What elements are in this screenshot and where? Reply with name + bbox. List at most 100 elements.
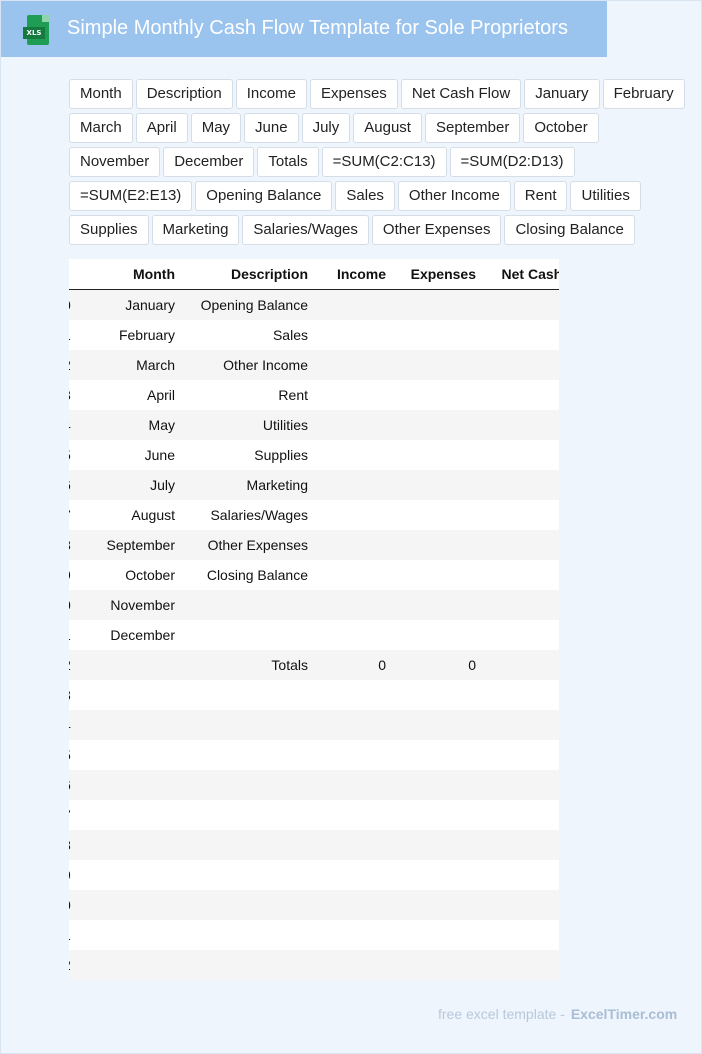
table-cell <box>314 470 392 500</box>
table-cell <box>314 770 392 800</box>
tag-pill[interactable]: Totals <box>257 147 319 177</box>
tag-pill[interactable]: Net Cash Flow <box>400 79 522 109</box>
table-cell <box>482 800 559 830</box>
table-cell: August <box>75 500 181 530</box>
tag-pill[interactable]: October <box>523 113 599 143</box>
tag-pill[interactable]: February <box>602 79 685 109</box>
table-cell: December <box>75 620 181 650</box>
table-cell <box>314 440 392 470</box>
table-cell: April <box>75 380 181 410</box>
table-cell: September <box>75 530 181 560</box>
tag-pill[interactable]: December <box>163 147 255 177</box>
table-cell <box>181 800 314 830</box>
tag-pill[interactable]: May <box>190 113 242 143</box>
column-header: Net Cash Flow <box>482 259 559 290</box>
row-index-label: 0 <box>69 597 71 613</box>
table-cell <box>392 500 482 530</box>
tag-pill[interactable]: November <box>69 147 161 177</box>
table-cell <box>482 380 559 410</box>
row-index-label: 2 <box>69 357 71 373</box>
tag-pill[interactable]: Closing Balance <box>504 215 635 245</box>
tag-pill[interactable]: August <box>353 113 422 143</box>
tag-pill[interactable]: Sales <box>335 181 395 211</box>
table-cell: Supplies <box>181 440 314 470</box>
keyword-tags: Month Description Income Expenses Net Cash F… <box>69 79 689 247</box>
tag-pill[interactable]: Opening Balance <box>195 181 333 211</box>
row-index-label: 0 <box>69 897 71 913</box>
table-cell <box>482 530 559 560</box>
row-index-label: 2 <box>69 657 71 673</box>
table-cell <box>482 920 559 950</box>
tag-pill[interactable]: Description <box>135 79 233 109</box>
table-cell <box>314 800 392 830</box>
row-index-label: 0 <box>69 297 71 313</box>
table-cell <box>392 890 482 920</box>
tag-pill[interactable]: Income <box>235 79 307 109</box>
tag-pill[interactable]: =SUM(D2:D13) <box>449 147 575 177</box>
table-cell <box>314 740 392 770</box>
table-cell <box>314 830 392 860</box>
tag-pill[interactable]: Salaries/Wages <box>242 215 369 245</box>
row-index-label: 1 <box>69 627 71 643</box>
tag-pill[interactable]: April <box>135 113 188 143</box>
table-cell <box>314 530 392 560</box>
tag-pill[interactable]: Expenses <box>309 79 398 109</box>
table-cell: June <box>75 440 181 470</box>
tag-pill[interactable]: Other Expenses <box>371 215 502 245</box>
tag-pill[interactable]: =SUM(E2:E13) <box>69 181 193 211</box>
table-cell <box>75 860 181 890</box>
table-cell <box>482 860 559 890</box>
table-cell <box>482 440 559 470</box>
tag-pill[interactable]: July <box>301 113 351 143</box>
table-cell <box>181 890 314 920</box>
table-cell <box>392 410 482 440</box>
table-cell <box>181 860 314 890</box>
tag-pill[interactable]: June <box>244 113 299 143</box>
tag-pill[interactable]: January <box>524 79 600 109</box>
table-cell <box>314 500 392 530</box>
table-cell <box>392 590 482 620</box>
table-cell <box>482 830 559 860</box>
tag-pill[interactable]: =SUM(C2:C13) <box>321 147 447 177</box>
table-row: 2Totals000 <box>69 650 559 680</box>
table-cell: Other Expenses <box>181 530 314 560</box>
table-row: 3AprilRent <box>69 380 559 410</box>
tag-pill[interactable]: Other Income <box>397 181 511 211</box>
table-cell <box>75 770 181 800</box>
table-cell <box>314 350 392 380</box>
row-index-label: 5 <box>69 747 71 763</box>
table-row: 8 <box>69 830 559 860</box>
data-table-container: MonthDescriptionIncomeExpensesNet Cash F… <box>69 259 559 980</box>
table-cell <box>392 740 482 770</box>
table-cell <box>181 710 314 740</box>
table-cell <box>181 920 314 950</box>
tag-pill[interactable]: Utilities <box>570 181 641 211</box>
row-index-label: 8 <box>69 537 71 553</box>
table-cell <box>482 320 559 350</box>
table-row: 8SeptemberOther Expenses <box>69 530 559 560</box>
column-header: Expenses <box>392 259 482 290</box>
table-cell: January <box>75 289 181 320</box>
tag-pill[interactable]: March <box>69 113 133 143</box>
table-cell <box>482 770 559 800</box>
column-header: Description <box>181 259 314 290</box>
table-cell: Totals <box>181 650 314 680</box>
tag-pill[interactable]: September <box>424 113 521 143</box>
footer-brand-link[interactable]: ExcelTimer.com <box>571 1006 677 1022</box>
table-cell <box>314 560 392 590</box>
tag-pill[interactable]: Rent <box>513 181 568 211</box>
table-row: 6 <box>69 770 559 800</box>
table-cell <box>314 860 392 890</box>
column-header: Month <box>75 259 181 290</box>
table-cell <box>392 770 482 800</box>
table-cell: 0 <box>482 650 559 680</box>
table-row: 9OctoberClosing Balance <box>69 560 559 590</box>
row-index-label: 5 <box>69 447 71 463</box>
tag-pill[interactable]: Supplies <box>69 215 149 245</box>
tag-pill[interactable]: Marketing <box>151 215 240 245</box>
title-bar: XLS Simple Monthly Cash Flow Template fo… <box>1 1 607 57</box>
tag-pill[interactable]: Month <box>69 79 133 109</box>
table-cell <box>181 620 314 650</box>
table-cell: May <box>75 410 181 440</box>
xls-file-icon: XLS <box>23 15 49 45</box>
